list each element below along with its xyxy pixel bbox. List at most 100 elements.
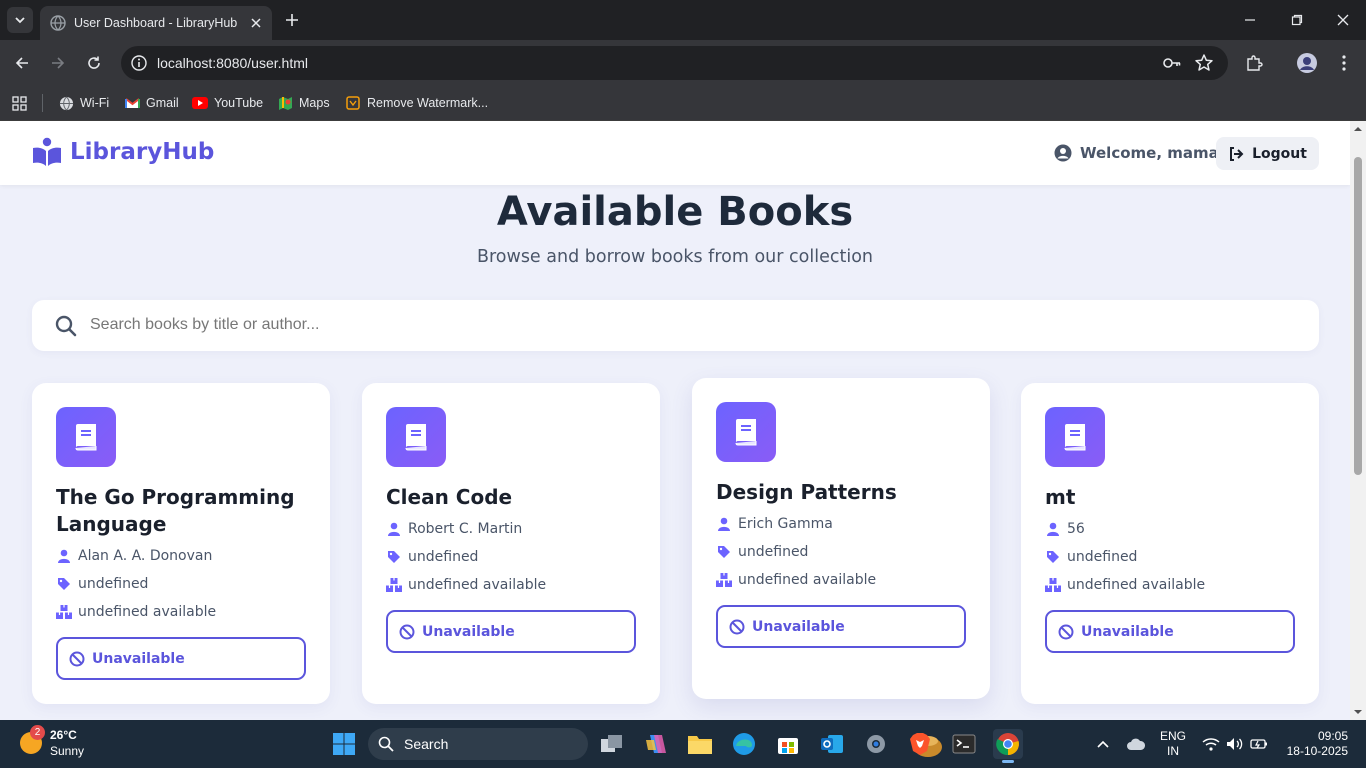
page-title: Available Books bbox=[496, 189, 854, 235]
task-view-button[interactable] bbox=[597, 729, 627, 759]
reload-button[interactable] bbox=[82, 51, 106, 75]
page-scrollbar[interactable] bbox=[1350, 121, 1366, 720]
network-volume-battery[interactable] bbox=[1202, 720, 1268, 768]
welcome-text: Welcome, mama bbox=[1080, 144, 1219, 162]
kebab-menu-icon bbox=[1342, 55, 1346, 71]
apps-button[interactable] bbox=[12, 92, 27, 114]
apps-grid-icon bbox=[12, 95, 27, 111]
sign-out-icon bbox=[1230, 146, 1244, 161]
bookmark-remove-watermark[interactable]: Remove Watermark... bbox=[345, 92, 488, 114]
brave-icon bbox=[910, 733, 930, 755]
logout-button[interactable]: Logout bbox=[1216, 137, 1319, 170]
bookmark-label: Maps bbox=[299, 96, 330, 110]
gmail-icon bbox=[124, 95, 140, 111]
unavailable-button[interactable]: Unavailable bbox=[716, 605, 966, 648]
chrome-button[interactable] bbox=[993, 729, 1023, 763]
windows-taskbar: 2 26°C Sunny Search ENG IN 09:05 18-10-2… bbox=[0, 720, 1366, 768]
ban-icon bbox=[69, 651, 85, 666]
arrow-left-icon bbox=[15, 57, 28, 69]
scroll-down-icon[interactable] bbox=[1353, 707, 1363, 717]
bookmark-youtube[interactable]: YouTube bbox=[192, 92, 263, 114]
book-author: Alan A. A. Donovan bbox=[56, 548, 212, 564]
file-explorer-button[interactable] bbox=[685, 729, 715, 759]
chrome-icon bbox=[996, 733, 1019, 756]
tag-icon bbox=[1045, 549, 1061, 565]
start-button[interactable] bbox=[329, 729, 359, 759]
minimize-button[interactable] bbox=[1238, 8, 1262, 32]
browser-toolbar: localhost:8080/user.html bbox=[0, 40, 1366, 86]
bookmark-star-icon[interactable] bbox=[1194, 53, 1214, 73]
terminal-button[interactable] bbox=[949, 729, 979, 759]
clock[interactable]: 09:05 18-10-2025 bbox=[1287, 729, 1348, 759]
bookmark-wifi[interactable]: Wi-Fi bbox=[58, 92, 109, 114]
search-input[interactable] bbox=[90, 308, 1290, 342]
tab-search-button[interactable] bbox=[7, 7, 33, 33]
browser-menu-button[interactable] bbox=[1332, 51, 1356, 75]
scrollbar-thumb[interactable] bbox=[1354, 157, 1362, 475]
ban-icon bbox=[1058, 624, 1074, 639]
status-label: Unavailable bbox=[422, 623, 515, 640]
site-info-icon[interactable] bbox=[130, 54, 148, 72]
bookmark-label: Gmail bbox=[146, 96, 179, 110]
weather-desc: Sunny bbox=[50, 744, 85, 758]
book-card: Design Patterns Erich Gamma undefined un… bbox=[692, 378, 990, 699]
clock-time: 09:05 bbox=[1317, 729, 1348, 743]
profile-button[interactable] bbox=[1295, 51, 1319, 75]
brand-logo[interactable]: LibraryHub bbox=[32, 137, 214, 167]
weather-widget[interactable]: 2 26°C Sunny bbox=[20, 725, 85, 758]
status-label: Unavailable bbox=[1081, 623, 1174, 640]
book-availability: undefined available bbox=[56, 604, 216, 620]
forward-button[interactable] bbox=[46, 51, 70, 75]
back-button[interactable] bbox=[10, 51, 34, 75]
ban-icon bbox=[729, 619, 745, 634]
book-category: undefined bbox=[56, 576, 148, 592]
maximize-button[interactable] bbox=[1285, 8, 1309, 32]
bookmark-label: YouTube bbox=[214, 96, 264, 110]
scroll-up-icon[interactable] bbox=[1353, 124, 1363, 134]
outlook-button[interactable] bbox=[817, 729, 847, 759]
category-text: undefined bbox=[408, 549, 479, 565]
chevron-down-icon bbox=[15, 17, 25, 24]
author-text: Erich Gamma bbox=[738, 516, 833, 532]
category-text: undefined bbox=[738, 544, 809, 560]
settings-button[interactable] bbox=[861, 729, 891, 759]
unavailable-button[interactable]: Unavailable bbox=[1045, 610, 1295, 653]
bookmark-gmail[interactable]: Gmail bbox=[124, 92, 179, 114]
address-bar[interactable]: localhost:8080/user.html bbox=[121, 46, 1228, 80]
maps-icon bbox=[277, 95, 293, 111]
page-viewport: LibraryHub Welcome, mama Logout Availabl… bbox=[0, 121, 1350, 720]
status-label: Unavailable bbox=[752, 618, 845, 635]
book-icon bbox=[1045, 407, 1105, 467]
password-key-icon[interactable] bbox=[1162, 54, 1182, 72]
unavailable-button[interactable]: Unavailable bbox=[386, 610, 636, 653]
unavailable-button[interactable]: Unavailable bbox=[56, 637, 306, 680]
book-category: undefined bbox=[386, 549, 478, 565]
availability-text: undefined available bbox=[1067, 577, 1206, 593]
battery-icon bbox=[1250, 739, 1267, 749]
taskbar-search[interactable]: Search bbox=[368, 728, 942, 760]
book-title: Design Patterns bbox=[716, 480, 897, 504]
reload-icon bbox=[88, 56, 100, 69]
browser-tab[interactable]: User Dashboard - LibraryHub bbox=[40, 6, 272, 40]
close-window-button[interactable] bbox=[1331, 8, 1355, 32]
user-icon bbox=[386, 521, 402, 537]
copilot-button[interactable] bbox=[641, 729, 671, 759]
book-title: The Go Programming Language bbox=[56, 485, 295, 536]
store-button[interactable] bbox=[773, 729, 803, 759]
globe-icon bbox=[58, 95, 74, 111]
bookmarks-divider bbox=[42, 94, 43, 112]
show-hidden-icons[interactable] bbox=[1096, 720, 1110, 768]
edge-button[interactable] bbox=[729, 729, 759, 759]
onedrive-status[interactable] bbox=[1126, 720, 1146, 768]
youtube-icon bbox=[192, 95, 208, 111]
extensions-button[interactable] bbox=[1242, 51, 1266, 75]
close-tab-icon[interactable] bbox=[248, 15, 264, 31]
terminal-icon bbox=[952, 734, 976, 754]
tag-icon bbox=[716, 544, 732, 560]
language-indicator[interactable]: ENG IN bbox=[1160, 720, 1186, 768]
brave-button[interactable] bbox=[905, 729, 935, 759]
bookmark-maps[interactable]: Maps bbox=[277, 92, 330, 114]
new-tab-button[interactable] bbox=[282, 10, 302, 30]
wifi-icon bbox=[1202, 738, 1220, 751]
gear-icon bbox=[867, 735, 885, 753]
